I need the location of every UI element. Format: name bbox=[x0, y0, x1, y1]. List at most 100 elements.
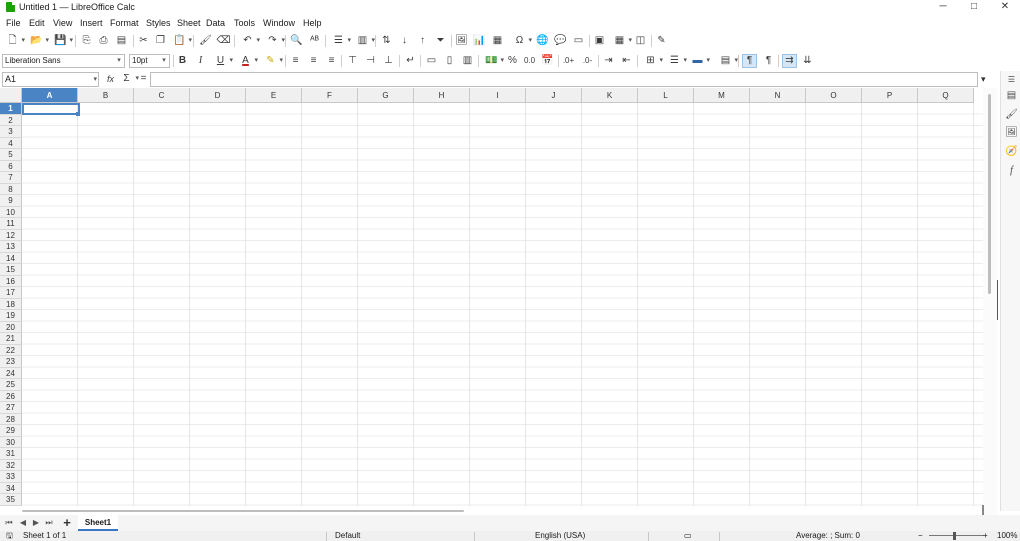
column-header-l[interactable]: L bbox=[638, 88, 694, 103]
chevron-down-icon[interactable]: ▾ bbox=[93, 73, 97, 86]
decrease-indent-icon[interactable]: ⇤ bbox=[619, 54, 634, 68]
row-header-36[interactable]: 36 bbox=[0, 505, 22, 506]
row-header-21[interactable]: 21 bbox=[0, 333, 22, 345]
sort-descending-icon[interactable]: ↑ bbox=[415, 34, 430, 48]
row-header-16[interactable]: 16 bbox=[0, 275, 22, 287]
function-wizard-icon[interactable]: fx bbox=[103, 72, 118, 86]
select-all-corner[interactable] bbox=[0, 88, 22, 103]
sum-icon[interactable]: Σ bbox=[119, 72, 139, 86]
selected-cell-cursor[interactable] bbox=[22, 103, 80, 115]
hyperlink-icon[interactable]: 🌐 bbox=[535, 34, 550, 48]
row-header-20[interactable]: 20 bbox=[0, 321, 22, 333]
chevron-down-icon[interactable]: ▾ bbox=[159, 55, 169, 67]
text-direction-ttb-icon[interactable]: ⇊ bbox=[800, 54, 815, 68]
language[interactable]: English (USA) bbox=[535, 531, 585, 541]
row-header-34[interactable]: 34 bbox=[0, 482, 22, 494]
row-header-25[interactable]: 25 bbox=[0, 379, 22, 391]
row-header-23[interactable]: 23 bbox=[0, 356, 22, 368]
column-header-p[interactable]: P bbox=[862, 88, 918, 103]
menu-tools[interactable]: Tools bbox=[234, 15, 255, 31]
add-decimal-icon[interactable]: .0+ bbox=[561, 54, 576, 68]
italic-icon[interactable]: I bbox=[193, 54, 208, 68]
freeze-rows-columns-icon[interactable]: ▦ bbox=[612, 34, 632, 48]
menu-file[interactable]: File bbox=[6, 15, 21, 31]
horizontal-scrollbar[interactable] bbox=[22, 508, 980, 514]
row-header-29[interactable]: 29 bbox=[0, 425, 22, 437]
comment-icon[interactable]: 💬 bbox=[553, 34, 568, 48]
next-sheet-icon[interactable]: ▶ bbox=[31, 517, 41, 529]
merge-cells-icon[interactable]: ▯ bbox=[442, 54, 457, 68]
menu-insert[interactable]: Insert bbox=[80, 15, 103, 31]
zoom-slider[interactable] bbox=[929, 535, 984, 536]
paste-icon[interactable]: 📋 bbox=[172, 34, 192, 48]
borders-icon[interactable]: ⊞ bbox=[643, 54, 663, 68]
column-header-d[interactable]: D bbox=[190, 88, 246, 103]
zoom-slider-thumb[interactable] bbox=[953, 532, 956, 540]
last-sheet-icon[interactable]: ⏭ bbox=[44, 517, 54, 529]
row-header-6[interactable]: 6 bbox=[0, 160, 22, 172]
text-left-to-right-icon[interactable]: ¶ bbox=[742, 54, 757, 68]
zoom-out-button[interactable]: − bbox=[918, 531, 923, 541]
cell-area[interactable] bbox=[22, 103, 990, 506]
date-format-icon[interactable]: 📅 bbox=[540, 54, 555, 68]
fill-handle[interactable] bbox=[76, 112, 80, 116]
column-header-o[interactable]: O bbox=[806, 88, 862, 103]
pivot-table-icon[interactable]: ▦ bbox=[490, 34, 505, 48]
wrap-text-icon[interactable]: ↵ bbox=[403, 54, 418, 68]
insert-chart-icon[interactable]: 📊 bbox=[472, 34, 487, 48]
merge-center-icon[interactable]: ▭ bbox=[424, 54, 439, 68]
document-modified-icon[interactable]: 🖫 bbox=[6, 531, 13, 541]
undo-icon[interactable]: ↶ bbox=[240, 34, 260, 48]
cut-icon[interactable]: ✂ bbox=[136, 34, 151, 48]
align-bottom-icon[interactable]: ⊥ bbox=[381, 54, 396, 68]
font-name-combo[interactable]: Liberation Sans ▾ bbox=[2, 54, 125, 68]
percent-icon[interactable]: % bbox=[505, 54, 520, 68]
column-header-f[interactable]: F bbox=[302, 88, 358, 103]
chevron-down-icon[interactable]: ▾ bbox=[114, 55, 124, 67]
print-icon[interactable]: ⎙ bbox=[96, 34, 111, 48]
export-pdf-icon[interactable]: ⎘ bbox=[79, 34, 94, 48]
sheet-tab-sheet1[interactable]: Sheet1 bbox=[78, 515, 118, 531]
row-header-33[interactable]: 33 bbox=[0, 471, 22, 483]
spelling-icon[interactable]: ᴬᴮ bbox=[307, 34, 322, 48]
conditional-format-icon[interactable]: ▤ bbox=[718, 54, 738, 68]
column-header-c[interactable]: C bbox=[134, 88, 190, 103]
menu-styles[interactable]: Styles bbox=[146, 15, 171, 31]
column-header-n[interactable]: N bbox=[750, 88, 806, 103]
column-header-b[interactable]: B bbox=[78, 88, 134, 103]
row-header-31[interactable]: 31 bbox=[0, 448, 22, 460]
column-icon[interactable]: ▥ bbox=[355, 34, 375, 48]
headers-footers-icon[interactable]: ▭ bbox=[571, 34, 586, 48]
insert-image-icon[interactable]: 🖼 bbox=[454, 34, 469, 48]
text-right-to-left-icon[interactable]: ¶ bbox=[761, 54, 776, 68]
selection-summary[interactable]: Average: ; Sum: 0 bbox=[796, 531, 860, 541]
row-header-28[interactable]: 28 bbox=[0, 413, 22, 425]
row-header-10[interactable]: 10 bbox=[0, 206, 22, 218]
row-header-8[interactable]: 8 bbox=[0, 183, 22, 195]
row-header-7[interactable]: 7 bbox=[0, 172, 22, 184]
sort-ascending-icon[interactable]: ↓ bbox=[397, 34, 412, 48]
bold-icon[interactable]: B bbox=[175, 54, 190, 68]
unmerge-cells-icon[interactable]: ▥ bbox=[460, 54, 475, 68]
define-print-area-icon[interactable]: ▣ bbox=[592, 34, 607, 48]
row-icon[interactable]: ☰ bbox=[331, 34, 351, 48]
add-sheet-button[interactable]: + bbox=[61, 515, 73, 531]
row-header-18[interactable]: 18 bbox=[0, 298, 22, 310]
row-header-19[interactable]: 19 bbox=[0, 310, 22, 322]
first-sheet-icon[interactable]: ⏮ bbox=[4, 517, 14, 529]
page-style[interactable]: Default bbox=[335, 531, 360, 541]
row-header-2[interactable]: 2 bbox=[0, 114, 22, 126]
horizontal-split-handle[interactable] bbox=[982, 505, 984, 515]
properties-icon[interactable]: ▤ bbox=[1005, 89, 1018, 102]
sort-icon[interactable]: ⇅ bbox=[379, 34, 394, 48]
number-format-icon[interactable]: 0.0 bbox=[522, 54, 537, 68]
column-header-m[interactable]: M bbox=[694, 88, 750, 103]
functions-icon[interactable]: f bbox=[1005, 164, 1018, 177]
menu-help[interactable]: Help bbox=[303, 15, 322, 31]
previous-sheet-icon[interactable]: ◀ bbox=[18, 517, 28, 529]
clear-formatting-icon[interactable]: ⌫ bbox=[216, 34, 231, 48]
zoom-in-button[interactable]: + bbox=[983, 531, 988, 541]
save-icon[interactable]: 💾 bbox=[53, 34, 73, 48]
close-button[interactable]: ✕ bbox=[990, 0, 1020, 14]
horizontal-scroll-thumb[interactable] bbox=[22, 510, 464, 512]
